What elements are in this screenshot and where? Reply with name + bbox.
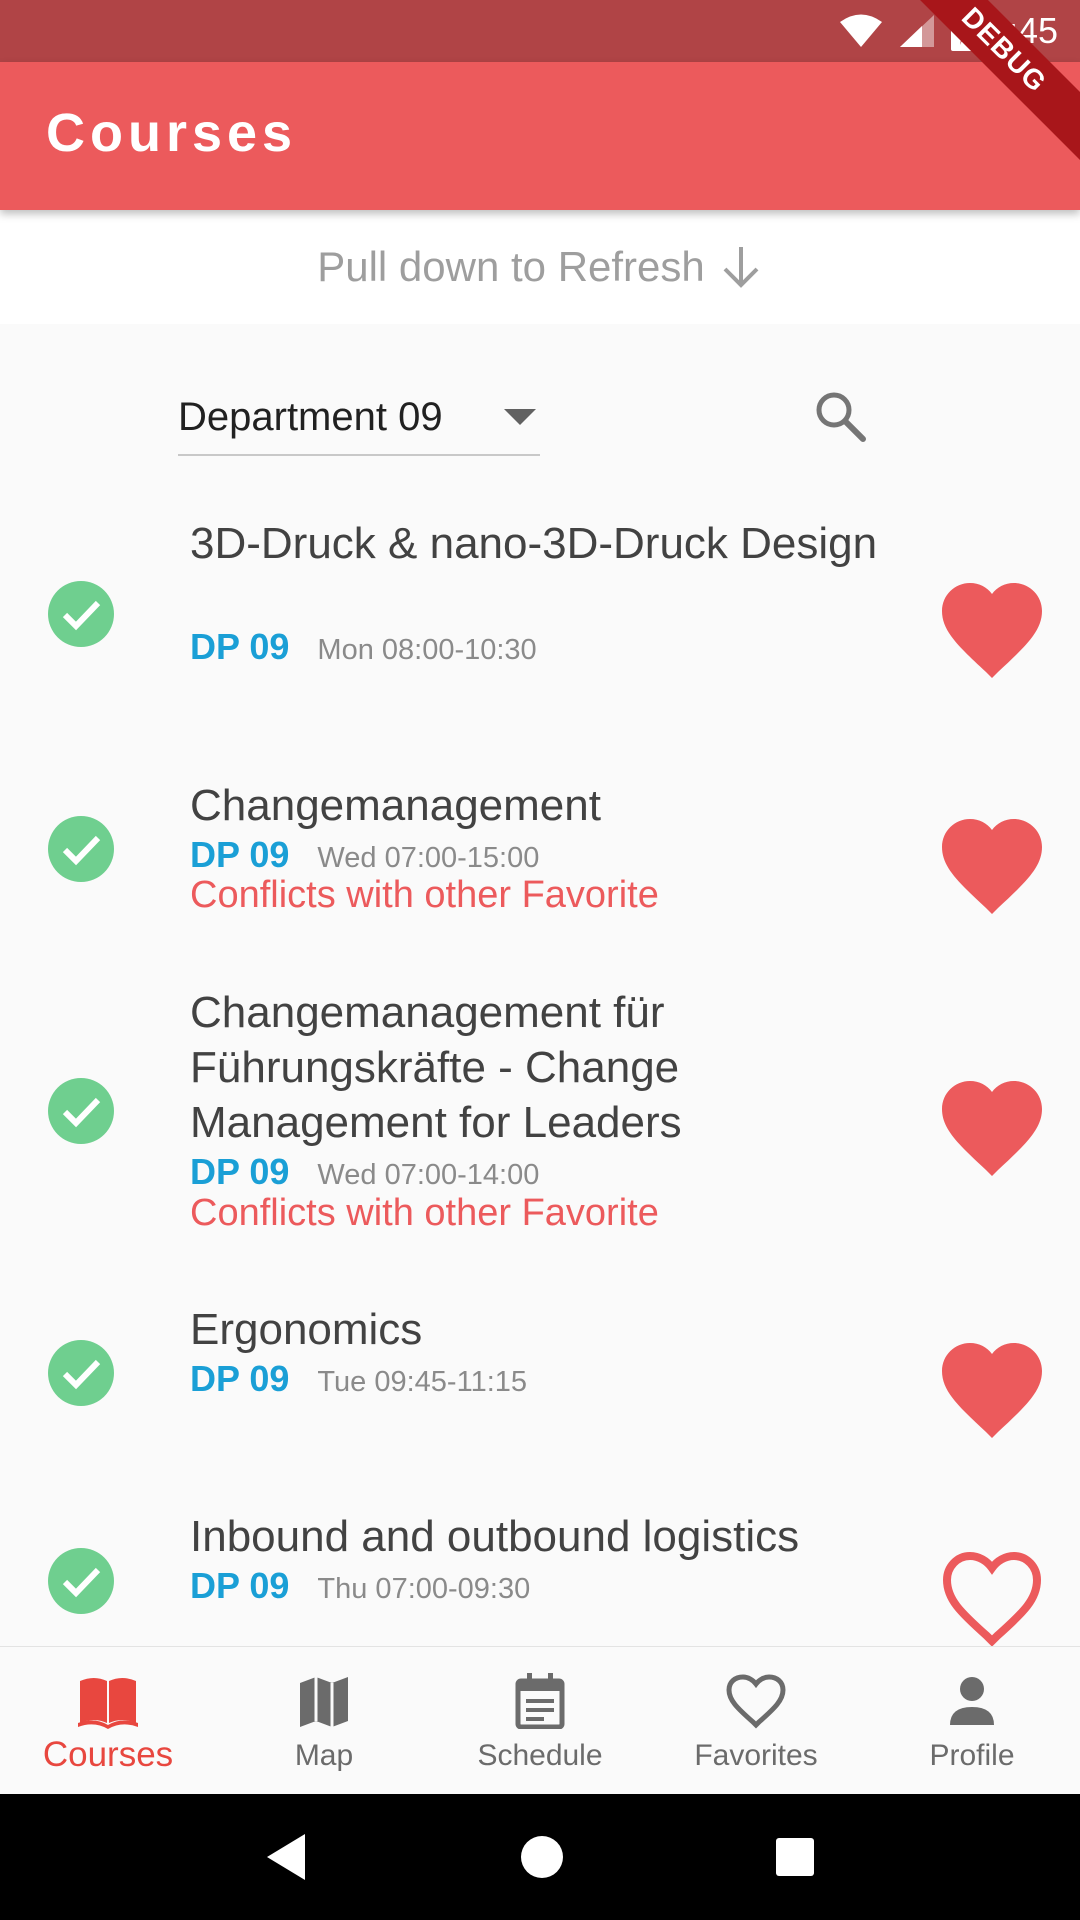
check-circle-icon — [48, 1548, 114, 1614]
system-navigation-bar — [0, 1794, 1080, 1920]
check-circle-icon — [48, 1078, 114, 1144]
wifi-icon — [839, 14, 882, 47]
course-time: Thu 07:00-09:30 — [317, 1573, 531, 1605]
nav-item-courses[interactable]: Courses — [0, 1647, 216, 1795]
arrow-down-icon — [723, 247, 759, 288]
bottom-navigation: Courses Map Schedule Favorites Profile — [0, 1646, 1080, 1795]
conflict-warning: Conflicts with other Favorite — [190, 1192, 659, 1234]
nav-label: Courses — [42, 1735, 174, 1774]
nav-item-map[interactable]: Map — [216, 1647, 432, 1795]
nav-label: Map — [294, 1739, 354, 1772]
nav-label: Profile — [929, 1739, 1015, 1772]
refresh-label: Pull down to Refresh — [317, 243, 705, 290]
course-code: DP 09 — [190, 626, 290, 667]
heart-outline-icon — [726, 1674, 786, 1729]
course-meta: DP 09 Wed 07:00-15:00 — [190, 834, 539, 876]
course-meta: DP 09 Wed 07:00-14:00 — [190, 1151, 539, 1193]
recents-icon[interactable] — [775, 1837, 815, 1877]
check-circle-icon — [48, 816, 114, 882]
course-meta: DP 09 Tue 09:45-11:15 — [190, 1358, 527, 1400]
search-icon[interactable] — [812, 388, 868, 444]
calendar-icon — [515, 1673, 565, 1729]
dropdown-arrow-icon — [504, 409, 536, 425]
nav-label: Favorites — [694, 1739, 818, 1772]
home-icon[interactable] — [519, 1834, 565, 1880]
conflict-warning: Conflicts with other Favorite — [190, 874, 659, 916]
course-title: Ergonomics — [190, 1305, 423, 1354]
app-bar: Courses — [0, 62, 1080, 210]
heart-icon[interactable] — [940, 1080, 1044, 1178]
heart-outline-icon[interactable] — [940, 1550, 1044, 1648]
debug-banner: DEBUG — [920, 0, 1080, 160]
course-code: DP 09 — [190, 1151, 290, 1192]
course-title: Changemanagement für Führungskräfte - Ch… — [190, 988, 682, 1147]
course-code: DP 09 — [190, 1358, 290, 1399]
page-title: Courses — [46, 103, 298, 163]
heart-icon[interactable] — [940, 818, 1044, 916]
course-time: Mon 08:00-10:30 — [317, 634, 537, 666]
nav-item-schedule[interactable]: Schedule — [432, 1647, 648, 1795]
course-code: DP 09 — [190, 834, 290, 875]
nav-item-favorites[interactable]: Favorites — [648, 1647, 864, 1795]
department-value: Department 09 — [178, 394, 443, 439]
heart-icon[interactable] — [940, 582, 1044, 680]
debug-label: DEBUG — [920, 0, 1080, 160]
back-icon[interactable] — [265, 1832, 309, 1882]
nav-label: Schedule — [477, 1739, 603, 1772]
department-dropdown[interactable]: Department 09 — [178, 380, 540, 456]
course-time: Wed 07:00-15:00 — [317, 842, 540, 874]
nav-item-profile[interactable]: Profile — [864, 1647, 1080, 1795]
course-title: Changemanagement — [190, 781, 601, 830]
book-icon — [78, 1678, 138, 1729]
heart-icon[interactable] — [940, 1342, 1044, 1440]
course-title: 3D-Druck & nano-3D-Druck Design — [190, 519, 878, 568]
status-bar: 9:45 — [0, 0, 1080, 62]
course-title: Inbound and outbound logistics — [190, 1512, 800, 1561]
course-time: Wed 07:00-14:00 — [317, 1159, 540, 1191]
check-circle-icon — [48, 581, 114, 647]
course-meta: DP 09 Mon 08:00-10:30 — [190, 626, 537, 668]
course-code: DP 09 — [190, 1565, 290, 1606]
check-circle-icon — [48, 1340, 114, 1406]
person-icon — [950, 1677, 994, 1725]
map-icon — [300, 1677, 348, 1727]
course-meta: DP 09 Thu 07:00-09:30 — [190, 1565, 530, 1607]
pull-to-refresh[interactable]: Pull down to Refresh — [0, 210, 1080, 324]
course-time: Tue 09:45-11:15 — [317, 1366, 528, 1398]
